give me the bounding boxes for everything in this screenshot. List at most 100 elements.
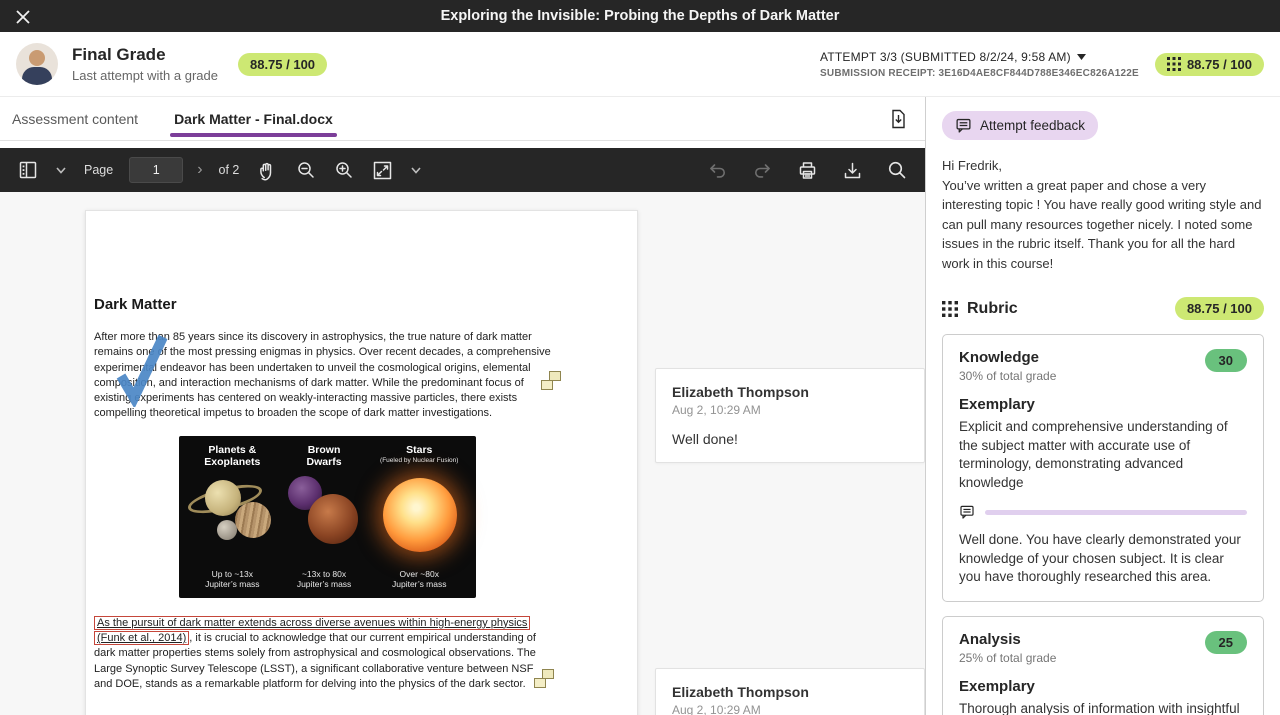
- figure-col3-title: Stars: [366, 444, 472, 456]
- caret-down-icon: [1077, 54, 1086, 60]
- search-icon: [887, 160, 907, 180]
- figure-col1-caption: Up to ~13x Jupiter’s mass: [183, 569, 282, 590]
- next-page-button[interactable]: ›: [197, 161, 202, 179]
- figure-col3-subtitle: (Fueled by Nuclear Fusion): [366, 457, 472, 464]
- download-button[interactable]: [840, 158, 865, 183]
- close-icon: [15, 9, 31, 25]
- document-viewer[interactable]: Dark Matter After more than 85 years sin…: [0, 192, 925, 715]
- avatar-body: [22, 67, 52, 85]
- pan-tool-button[interactable]: [255, 158, 280, 183]
- zoom-options-button[interactable]: [409, 165, 423, 176]
- rubric-title: Rubric: [967, 300, 1018, 318]
- rubric-grid-icon: [942, 301, 958, 317]
- rubric-grid-icon: [1167, 57, 1181, 71]
- zoom-out-button[interactable]: [294, 158, 318, 182]
- figure-col1-title: Planets & Exoplanets: [183, 444, 282, 468]
- panel-options-button[interactable]: [54, 165, 68, 176]
- comment-time: Aug 2, 10:29 AM: [672, 703, 908, 715]
- figure-col2-caption: ~13x to 80x Jupiter’s mass: [282, 569, 367, 590]
- document-paragraph-1: After more than 85 years since its disco…: [94, 330, 553, 422]
- attempt-label: ATTEMPT 3/3 (SUBMITTED 8/2/24, 9:58 AM): [820, 50, 1071, 64]
- note-front: [534, 678, 546, 688]
- final-grade-pill: 88.75 / 100: [238, 53, 327, 76]
- thumbnail-panel-button[interactable]: [16, 158, 40, 182]
- figure-col2-title: Brown Dwarfs: [282, 444, 367, 468]
- document-heading: Dark Matter: [94, 296, 553, 313]
- undo-button[interactable]: [705, 159, 730, 181]
- rubric-criterion-knowledge[interactable]: Knowledge 30% of total grade 30 Exemplar…: [942, 334, 1264, 602]
- avatar-face: [29, 50, 45, 66]
- tab-document[interactable]: Dark Matter - Final.docx: [170, 97, 337, 141]
- instructor-feedback-text: Hi Fredrik, You’ve written a great paper…: [942, 156, 1264, 273]
- tab-bar: Assessment content Dark Matter - Final.d…: [0, 97, 925, 141]
- attempt-feedback-label: Attempt feedback: [980, 118, 1085, 133]
- fit-screen-icon: [372, 160, 393, 181]
- chevron-down-icon: [56, 167, 66, 174]
- criterion-weight: 25% of total grade: [959, 651, 1056, 665]
- redo-button[interactable]: [750, 159, 775, 181]
- comment-note-icon[interactable]: [534, 669, 554, 688]
- pdf-toolbar: Page › of 2: [0, 148, 925, 192]
- star: [383, 478, 457, 552]
- criterion-level: Exemplary: [959, 396, 1247, 413]
- submission-receipt: SUBMISSION RECEIPT: 3E16D4AE8CF844D788E3…: [820, 68, 1139, 79]
- criterion-score-pill: 30: [1205, 349, 1247, 372]
- criterion-weight: 30% of total grade: [959, 369, 1056, 383]
- comment-text: Well done!: [672, 431, 908, 447]
- avatar: [16, 43, 58, 85]
- page-total-label: of 2: [219, 163, 240, 177]
- top-bar: Exploring the Invisible: Probing the Dep…: [0, 0, 1280, 32]
- file-download-icon: [889, 109, 907, 129]
- comment-card[interactable]: Elizabeth Thompson Aug 2, 10:29 AM Well …: [655, 368, 925, 463]
- app-root: Exploring the Invisible: Probing the Dep…: [0, 0, 1280, 715]
- criterion-divider: [985, 510, 1247, 515]
- note-front: [541, 380, 553, 390]
- redo-icon: [752, 161, 773, 179]
- close-button[interactable]: [10, 4, 36, 30]
- criterion-name: Analysis: [959, 631, 1056, 648]
- rubric-criterion-analysis[interactable]: Analysis 25% of total grade 25 Exemplary…: [942, 616, 1264, 715]
- feedback-panel: Attempt feedback Hi Fredrik, You’ve writ…: [925, 97, 1280, 715]
- hand-icon: [257, 160, 278, 181]
- comment-author: Elizabeth Thompson: [672, 684, 908, 700]
- zoom-out-icon: [296, 160, 316, 180]
- rubric-score-pill: 88.75 / 100: [1175, 297, 1264, 320]
- thumbnail-panel-icon: [18, 160, 38, 180]
- overall-grade-pill[interactable]: 88.75 / 100: [1155, 53, 1264, 76]
- comment-card[interactable]: Elizabeth Thompson Aug 2, 10:29 AM: [655, 668, 925, 715]
- comment-note-icon[interactable]: [541, 371, 561, 390]
- criterion-level: Exemplary: [959, 678, 1247, 695]
- chevron-down-icon: [411, 167, 421, 174]
- zoom-in-icon: [334, 160, 354, 180]
- document-paragraph-2: As the pursuit of dark matter extends ac…: [94, 616, 553, 692]
- final-grade-title: Final Grade: [72, 45, 218, 65]
- download-file-button[interactable]: [889, 109, 907, 129]
- rubric-header: Rubric 88.75 / 100: [942, 297, 1264, 320]
- fit-to-window-button[interactable]: [370, 158, 395, 183]
- attempt-feedback-badge[interactable]: Attempt feedback: [942, 111, 1098, 140]
- comment-author: Elizabeth Thompson: [672, 384, 908, 400]
- brown-dwarf-brown: [308, 494, 358, 544]
- page-number-input[interactable]: [129, 157, 183, 183]
- overall-grade-value: 88.75 / 100: [1187, 57, 1252, 72]
- print-icon: [797, 160, 818, 181]
- moon: [217, 520, 237, 540]
- tab-assessment-content[interactable]: Assessment content: [8, 97, 142, 141]
- criterion-name: Knowledge: [959, 349, 1056, 366]
- search-button[interactable]: [885, 158, 909, 182]
- page-title: Exploring the Invisible: Probing the Dep…: [0, 8, 1280, 24]
- attempt-selector[interactable]: ATTEMPT 3/3 (SUBMITTED 8/2/24, 9:58 AM): [820, 50, 1086, 64]
- criterion-description: Thorough analysis of information with in…: [959, 700, 1247, 715]
- jupiter-planet: [235, 502, 271, 538]
- comment-time: Aug 2, 10:29 AM: [672, 403, 908, 417]
- saturn-planet: [205, 480, 241, 516]
- feedback-icon: [959, 504, 975, 520]
- print-button[interactable]: [795, 158, 820, 183]
- undo-icon: [707, 161, 728, 179]
- final-grade-subtitle: Last attempt with a grade: [72, 68, 218, 83]
- download-icon: [842, 160, 863, 181]
- criterion-description: Explicit and comprehensive understanding…: [959, 418, 1247, 492]
- feedback-icon: [955, 117, 972, 134]
- zoom-in-button[interactable]: [332, 158, 356, 182]
- figure-col3-caption: Over ~80x Jupiter’s mass: [366, 569, 472, 590]
